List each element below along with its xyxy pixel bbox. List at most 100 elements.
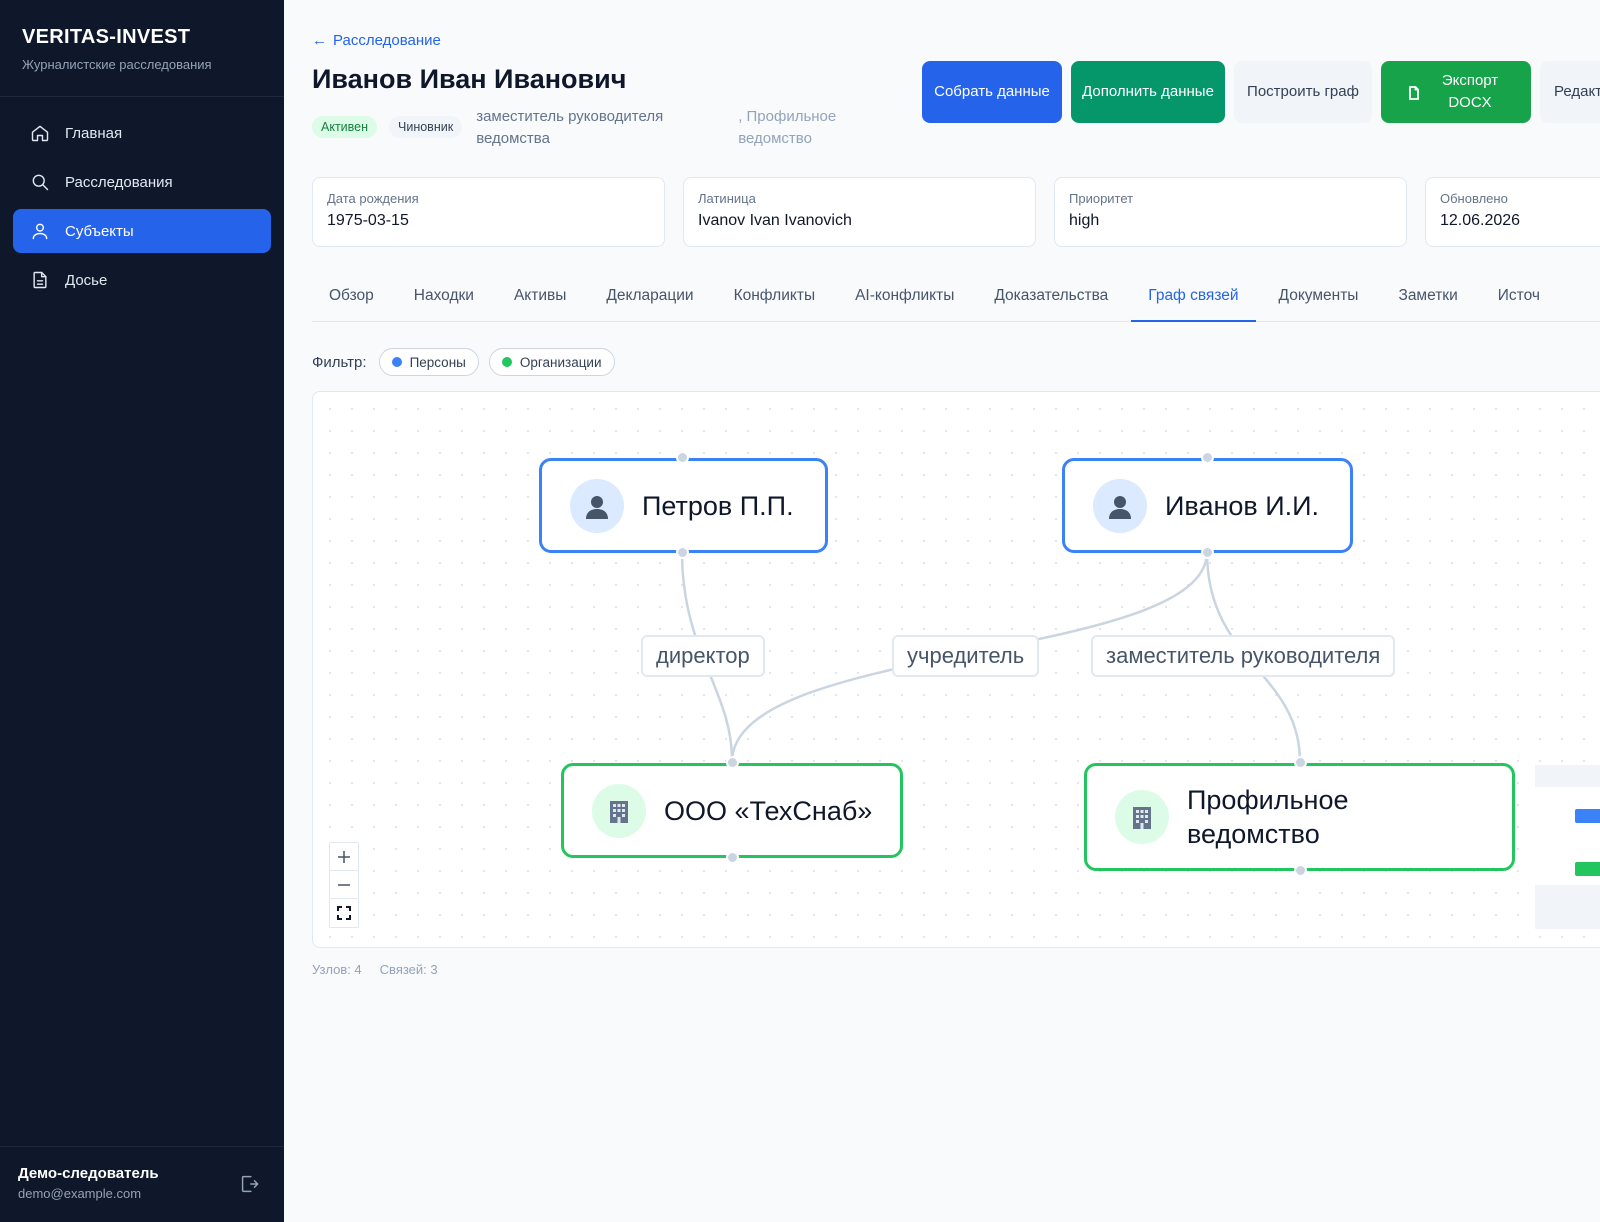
collect-data-button[interactable]: Собрать данные [922,61,1062,123]
export-docx-label: Экспорт DOCX [1441,72,1499,111]
graph-minimap[interactable] [1535,765,1600,929]
sidebar-item-label: Досье [65,271,108,289]
card-label: Приоритет [1069,191,1134,206]
sidebar-item-label: Расследования [65,173,173,191]
node-handle[interactable] [676,451,689,464]
edge-label-deputy-head: заместитель руководителя [1091,635,1396,677]
sidebar-item-investigations[interactable]: Расследования [13,160,271,204]
action-bar: Собрать данные Дополнить данные Построит… [922,61,1600,123]
position-text: заместитель руководителя ведомства [476,108,664,147]
user-icon [29,220,51,242]
node-handle[interactable] [726,756,739,769]
tab-notes[interactable]: Заметки [1381,272,1474,322]
subject-meta: Активен Чиновник заместитель руководител… [312,106,868,150]
relations-graph-canvas[interactable]: директор учредитель заместитель руководи… [312,391,1600,948]
graph-node-ivanov[interactable]: Иванов И.И. [1062,458,1353,553]
tab-overview[interactable]: Обзор [312,272,391,322]
person-icon [1093,478,1147,533]
user-panel: Демо-следователь demo@example.com [0,1146,284,1222]
dot-icon [391,357,402,367]
brand-subtitle: Журналистские расследования [22,57,212,72]
minimap-node-org [1575,862,1600,876]
building-icon [592,783,646,838]
zoom-out-button[interactable] [330,871,358,899]
arrow-left-icon: ← [312,32,327,49]
info-cards: Дата рождения 1975-03-15 Латиница Ivanov… [312,177,1600,247]
logout-icon[interactable] [238,1173,260,1195]
zoom-in-button[interactable] [330,843,358,871]
node-label: Профильное ведомство [1187,785,1349,849]
document-icon [29,269,51,291]
node-count: Узлов: 4 [312,962,362,977]
build-graph-button[interactable]: Построить граф [1234,61,1372,123]
graph-node-petrov[interactable]: Петров П.П. [539,458,828,553]
node-handle[interactable] [1294,864,1307,877]
export-docx-button[interactable]: Экспорт DOCX [1381,61,1531,123]
back-link[interactable]: ← Расследование [312,32,441,49]
tab-assets[interactable]: Активы [497,272,583,322]
dot-icon [501,357,512,367]
sidebar-item-subjects[interactable]: Субъекты [13,209,271,253]
card-value: high [1069,212,1100,229]
minus-icon [338,883,350,886]
sidebar-item-label: Субъекты [65,222,134,240]
tab-bar: Обзор Находки Активы Декларации Конфликт… [312,272,1600,322]
sidebar-item-home[interactable]: Главная [13,111,271,155]
sidebar-item-label: Главная [65,124,123,142]
chip-label: Персоны [409,354,466,370]
supplement-data-button[interactable]: Дополнить данные [1071,61,1225,123]
main-content: ← Расследование Иванов Иван Иванович Акт… [284,0,1600,1222]
graph-node-vedomstvo[interactable]: Профильное ведомство [1084,763,1515,871]
role-badge: Чиновник [389,116,463,138]
tab-sources[interactable]: Источ [1481,272,1557,322]
filter-label: Фильтр: [312,353,367,371]
back-link-label: Расследование [333,32,441,49]
fit-view-button[interactable] [330,899,358,927]
tab-relations-graph[interactable]: Граф связей [1131,272,1256,322]
organization-text: , Профильное ведомство [738,108,837,147]
tab-ai-conflicts[interactable]: AI-конфликты [838,272,971,322]
plus-icon [338,850,350,863]
node-label: Иванов И.И. [1165,490,1320,521]
node-handle[interactable] [676,546,689,559]
brand: VERITAS-INVEST Журналистские расследован… [0,0,284,97]
minimap-node-person [1575,809,1600,823]
info-card-latin: Латиница Ivanov Ivan Ivanovich [683,177,1036,247]
node-handle[interactable] [1201,546,1214,559]
fullscreen-icon [337,906,351,920]
tab-documents[interactable]: Документы [1262,272,1376,322]
card-label: Латиница [698,191,756,206]
card-label: Дата рождения [327,191,419,206]
edge-label-director: директор [641,635,765,677]
sidebar: VERITAS-INVEST Журналистские расследован… [0,0,284,1222]
sidebar-nav: Главная Расследования Субъекты Досье [0,97,284,321]
building-icon [1115,790,1169,844]
graph-stats: Узлов: 4 Связей: 3 [312,962,456,977]
node-label: Петров П.П. [642,490,794,521]
sidebar-item-dossier[interactable]: Досье [13,258,271,302]
node-handle[interactable] [1201,451,1214,464]
user-name: Демо-следователь [18,1165,159,1182]
card-label: Обновлено [1440,191,1508,206]
card-value: 12.06.2026 [1440,212,1521,229]
node-handle[interactable] [1294,756,1307,769]
tab-declarations[interactable]: Декларации [589,272,710,322]
tab-conflicts[interactable]: Конфликты [717,272,833,322]
info-card-birthdate: Дата рождения 1975-03-15 [312,177,665,247]
home-icon [29,122,51,144]
brand-title: VERITAS-INVEST [22,26,191,48]
card-value: Ivanov Ivan Ivanovich [698,212,852,229]
person-icon [570,478,624,533]
node-handle[interactable] [726,851,739,864]
zoom-controls [329,842,359,928]
filter-chip-organizations[interactable]: Организации [488,348,615,376]
filter-chip-persons[interactable]: Персоны [378,348,479,376]
tab-findings[interactable]: Находки [397,272,491,322]
edge-label-founder: учредитель [892,635,1040,677]
edit-button[interactable]: Редакт [1540,61,1600,123]
file-icon [1407,85,1421,100]
status-badge: Активен [312,116,378,138]
search-icon [29,171,51,193]
graph-node-techsnab[interactable]: ООО «ТехСнаб» [561,763,903,858]
tab-evidence[interactable]: Доказательства [977,272,1125,322]
